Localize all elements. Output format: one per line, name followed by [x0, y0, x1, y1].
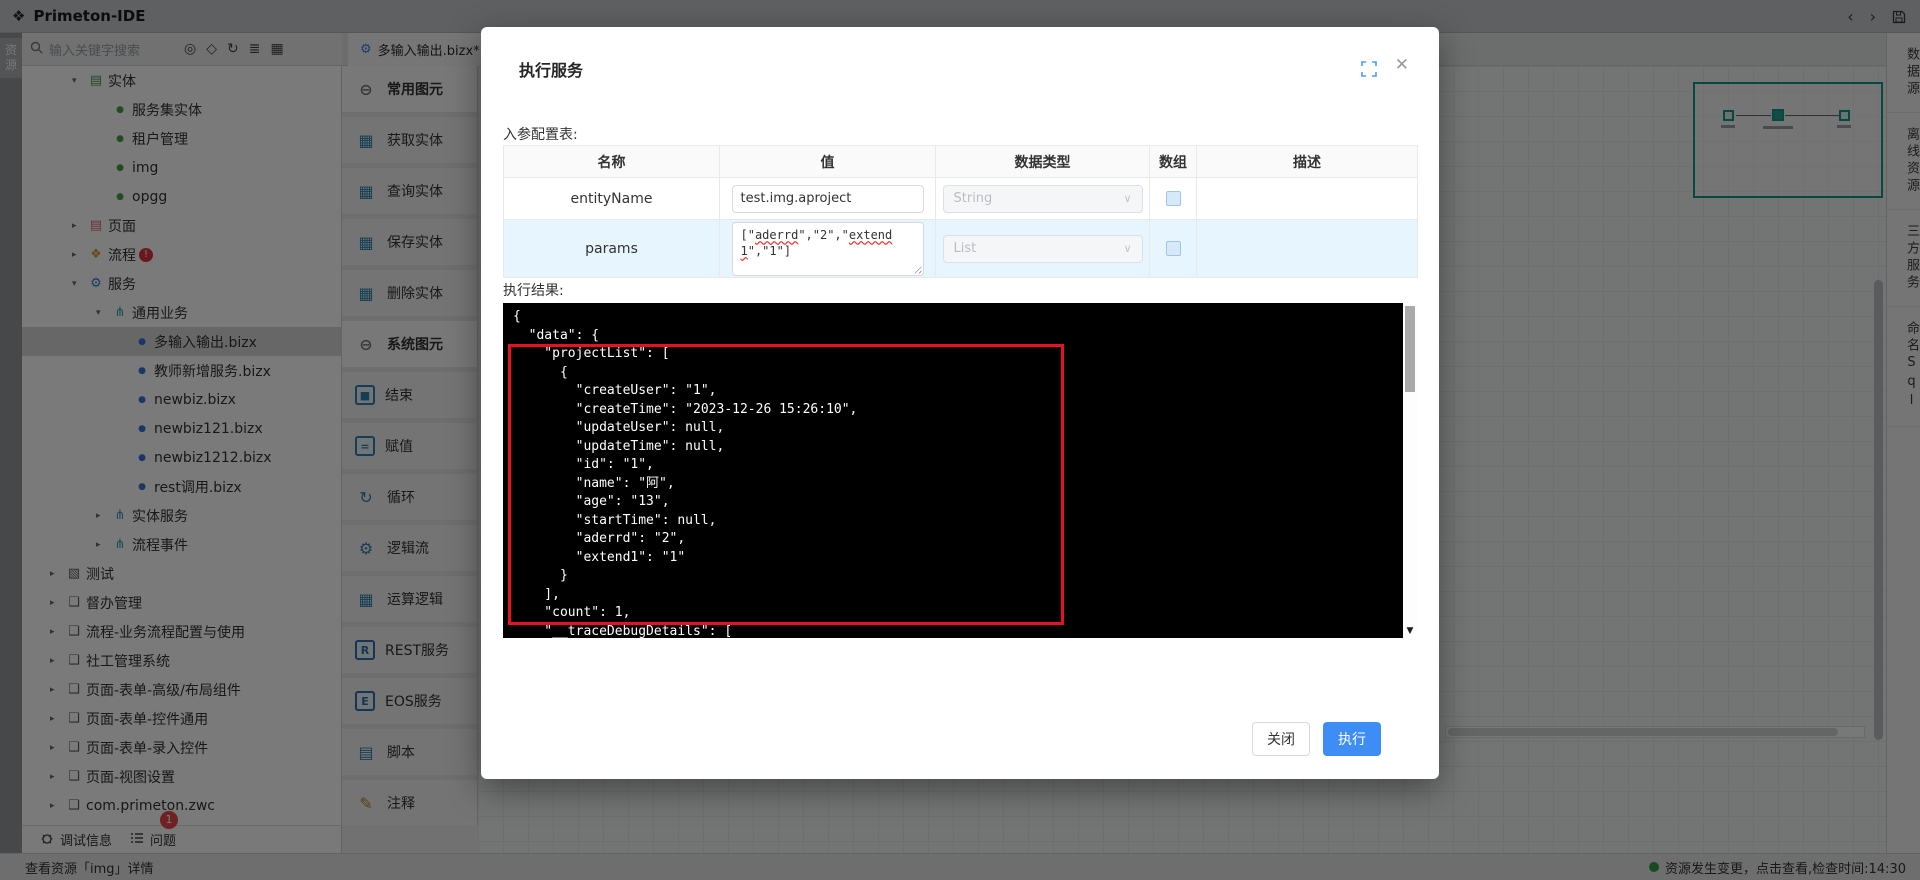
param-name: params: [504, 220, 720, 278]
annotation-highlight-box: [508, 344, 1064, 625]
param-name: entityName: [504, 178, 720, 220]
param-row-params: params ["aderrd","2","extend 1","1"] Lis…: [504, 220, 1418, 278]
col-value: 值: [720, 146, 936, 178]
params-array-checkbox[interactable]: [1166, 241, 1181, 256]
console-scrollbar[interactable]: ▼: [1403, 303, 1417, 638]
fullscreen-icon[interactable]: [1361, 61, 1377, 81]
scrollbar-thumb[interactable]: [1405, 306, 1415, 392]
params-value-textarea[interactable]: ["aderrd","2","extend 1","1"]: [732, 222, 924, 276]
entityname-type-select: String∨: [943, 185, 1143, 213]
close-button[interactable]: 关闭: [1252, 722, 1310, 756]
execute-button[interactable]: 执行: [1323, 722, 1381, 756]
chevron-down-icon: ∨: [1123, 192, 1131, 205]
col-array: 数组: [1150, 146, 1197, 178]
params-table: 名称 值 数据类型 数组 描述 entityName test.img.apro…: [503, 145, 1418, 278]
close-icon[interactable]: ✕: [1395, 55, 1409, 75]
params-table-label: 入参配置表:: [503, 124, 578, 144]
result-label: 执行结果:: [503, 280, 564, 300]
param-desc: [1197, 220, 1418, 278]
misspelled-text: extend: [849, 228, 892, 242]
entityname-array-checkbox[interactable]: [1166, 191, 1181, 206]
col-desc: 描述: [1197, 146, 1418, 178]
misspelled-text: 1: [741, 244, 748, 258]
dialog-title: 执行服务: [519, 57, 583, 81]
chevron-down-icon: ∨: [1123, 242, 1131, 255]
scroll-down-arrow-icon[interactable]: ▼: [1403, 624, 1417, 638]
misspelled-text: aderrd: [755, 228, 798, 242]
execute-service-dialog: 执行服务 ✕ 入参配置表: 名称 值 数据类型 数组 描述 entityName…: [481, 27, 1439, 779]
resize-handle-icon[interactable]: [913, 265, 922, 274]
col-datatype: 数据类型: [936, 146, 1150, 178]
col-name: 名称: [504, 146, 720, 178]
param-desc: [1197, 178, 1418, 220]
execution-result-console[interactable]: { "data": { "projectList": [ { "createUs…: [503, 303, 1417, 638]
entityname-value-input[interactable]: test.img.aproject: [732, 185, 924, 213]
param-row-entityname: entityName test.img.aproject String∨: [504, 178, 1418, 220]
params-table-header-row: 名称 值 数据类型 数组 描述: [504, 146, 1418, 178]
params-type-select: List∨: [943, 235, 1143, 263]
